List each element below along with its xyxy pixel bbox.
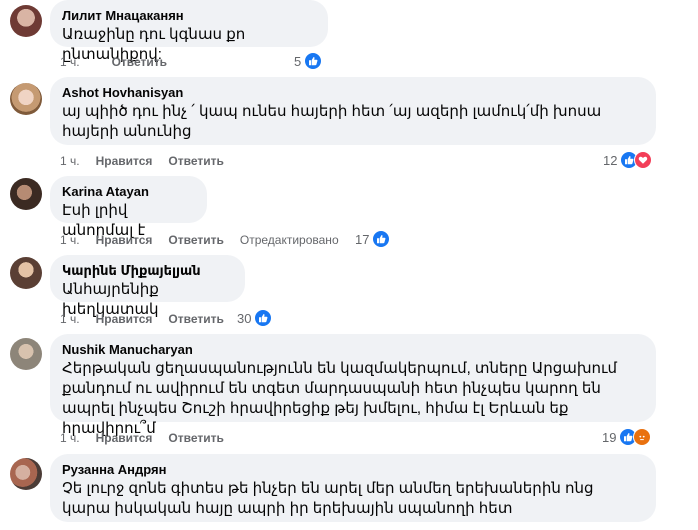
like-icon xyxy=(372,230,391,248)
reaction-count: 17 xyxy=(355,231,370,247)
comment-time[interactable]: 1 ч. xyxy=(60,54,80,70)
edited-label[interactable]: Отредактировано xyxy=(240,232,339,248)
reaction-summary[interactable]: 19 xyxy=(602,428,652,446)
like-icon xyxy=(254,309,273,327)
like-button[interactable]: Нравится xyxy=(96,430,153,446)
comment-bubble: Karina Atayan Էսի լրիվ անորմալ է xyxy=(50,176,207,239)
comment-text: այ պիիծ դու ինչ ՛ կապ ունես հայերի հետ ՛… xyxy=(62,103,602,140)
reaction-count: 5 xyxy=(294,53,302,69)
comment-bubble: Лилит Мнацаканян Առաջինը դու կգնաս քո ըն… xyxy=(50,0,328,63)
reaction-summary[interactable]: 5 xyxy=(294,52,323,70)
reply-button[interactable]: Ответить xyxy=(168,153,223,169)
comment-bubble: Nushik Manucharyan Հերթական ցեղասպանությ… xyxy=(50,334,656,437)
like-button[interactable]: Нравится xyxy=(96,311,153,327)
comment-author[interactable]: Karina Atayan xyxy=(62,184,195,200)
reply-button[interactable]: Ответить xyxy=(168,430,223,446)
comment-author[interactable]: Рузанна Андрян xyxy=(62,462,644,478)
comment-text: Չե լուրջ զոնե գիտես թե ինչեր են արել մեր… xyxy=(62,480,594,517)
like-icon xyxy=(304,52,323,70)
reply-button[interactable]: Ответить xyxy=(112,54,167,70)
love-icon xyxy=(634,151,653,169)
reaction-summary[interactable]: 30 xyxy=(237,309,273,327)
comment-text: Հերթական ցեղասպանությունն են կազմակերպու… xyxy=(62,360,618,437)
comment-bubble: Ashot Hovhanisyan այ պիիծ դու ինչ ՛ կապ … xyxy=(50,77,656,145)
comment-actions: 1 ч. Нравится Ответить Отредактировано xyxy=(60,232,339,248)
like-button[interactable]: Нравится xyxy=(96,153,153,169)
comment-time[interactable]: 1 ч. xyxy=(60,311,80,327)
reaction-count: 19 xyxy=(602,429,617,445)
comment-author[interactable]: Лилит Мнацаканян xyxy=(62,8,316,24)
reaction-summary[interactable]: 17 xyxy=(355,230,391,248)
reaction-count: 12 xyxy=(603,152,618,168)
avatar[interactable] xyxy=(10,458,42,490)
angry-icon xyxy=(633,428,652,446)
comment-actions: 1 ч. Нравится Ответить xyxy=(60,311,240,327)
reaction-count: 30 xyxy=(237,310,252,326)
reply-button[interactable]: Ответить xyxy=(168,311,223,327)
comment-time[interactable]: 1 ч. xyxy=(60,232,80,248)
avatar[interactable] xyxy=(10,338,42,370)
avatar[interactable] xyxy=(10,178,42,210)
avatar[interactable] xyxy=(10,257,42,289)
avatar[interactable] xyxy=(10,83,42,115)
comment-time[interactable]: 1 ч. xyxy=(60,153,80,169)
comment-time[interactable]: 1 ч. xyxy=(60,430,80,446)
comment-actions: 1 ч. Нравится Ответить xyxy=(60,153,240,169)
comment-bubble: Կարինե Միքայելյան Անհայրենիք խեղկատակ xyxy=(50,255,245,318)
comment-author[interactable]: Կարինե Միքայելյան xyxy=(62,263,233,279)
comment-actions: 1 ч. Ответить xyxy=(60,54,183,70)
like-button[interactable]: Нравится xyxy=(96,232,153,248)
reply-button[interactable]: Ответить xyxy=(168,232,223,248)
comment-actions: 1 ч. Нравится Ответить xyxy=(60,430,240,446)
comment-bubble: Рузанна Андрян Չե լուրջ զոնե գիտես թե ին… xyxy=(50,454,656,522)
comment-author[interactable]: Nushik Manucharyan xyxy=(62,342,644,358)
avatar[interactable] xyxy=(10,5,42,37)
comment-author[interactable]: Ashot Hovhanisyan xyxy=(62,85,644,101)
reaction-summary[interactable]: 12 xyxy=(603,151,653,169)
